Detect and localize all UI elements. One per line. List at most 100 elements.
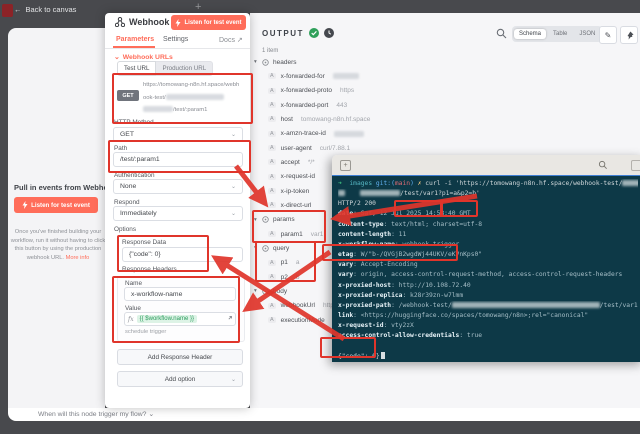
string-type-icon: A — [268, 317, 276, 323]
http-method-label: HTTP Method — [114, 119, 154, 126]
schema-value: 443 — [336, 102, 347, 109]
terminal-line: /test/var1?p1=a&p2=b' — [338, 189, 638, 199]
tab-settings[interactable]: Settings — [163, 36, 188, 43]
schema-row-x-forwarded-for[interactable]: Ax-forwarded-for — [250, 69, 638, 83]
schema-key: params — [273, 216, 295, 223]
chevron-down-icon[interactable]: ▾ — [254, 217, 262, 223]
path-input[interactable]: /test/:param1 — [113, 152, 243, 167]
back-to-canvas-button[interactable]: ← Back to canvas — [14, 5, 76, 14]
schema-key: p1 — [281, 259, 288, 266]
schema-value: b — [296, 274, 300, 281]
webhook-urls-section-toggle[interactable]: ⌄ Webhook URLs — [114, 53, 173, 61]
string-type-icon: A — [268, 303, 276, 309]
terminal-line: etag: W/"b-/QVGjB2wgdWj44UKV/eKVnKps0" — [338, 250, 638, 260]
object-icon — [262, 288, 269, 295]
schema-row-headers[interactable]: ▾headers — [250, 55, 638, 69]
add-option-select[interactable]: Add option ⌄ — [117, 371, 243, 387]
schema-row-user-agent[interactable]: Auser-agentcurl/7.88.1 — [250, 141, 638, 155]
terminal-line: vary: origin, access-control-request-met… — [338, 270, 638, 280]
redacted-blur — [166, 94, 224, 100]
terminal-body[interactable]: ➜ images git:(main) ✗ curl -i 'https://t… — [332, 176, 640, 362]
redacted-blur — [338, 190, 345, 196]
new-tab-icon[interactable]: + — [340, 160, 351, 171]
terminal-line: x-proxied-replica: k28r39zn-w7lmm — [338, 291, 638, 301]
string-type-icon: A — [268, 231, 276, 237]
object-icon — [262, 59, 269, 66]
more-info-link[interactable]: More info — [66, 255, 90, 261]
chevron-down-icon: ⌄ — [231, 183, 236, 190]
edit-output-button[interactable]: ✎ — [599, 26, 617, 44]
schema-key: query — [273, 245, 289, 252]
listen-for-test-event-button[interactable]: Listen for test event — [14, 197, 98, 213]
schema-row-host[interactable]: Ahosttomowang-n8n.hf.space — [250, 112, 638, 126]
header-value-label: Value — [125, 305, 141, 312]
expand-expression-icon[interactable] — [226, 316, 232, 322]
chevron-down-icon[interactable]: ▾ — [254, 59, 262, 65]
webhook-url[interactable]: https://tomowang-n8n.hf.space/webh ook-t… — [143, 79, 245, 117]
http-method-select[interactable]: GET⌄ — [113, 127, 243, 142]
authentication-select[interactable]: None⌄ — [113, 179, 243, 194]
test-url-button[interactable]: Test URL — [117, 61, 156, 76]
chevron-down-icon: ⌄ — [231, 376, 236, 383]
pin-data-button[interactable] — [620, 26, 638, 44]
schema-key: x-forwarded-for — [281, 73, 325, 80]
terminal-window[interactable]: + ➜ images git:(main) ✗ curl -i 'https:/… — [332, 155, 640, 362]
schema-key: x-request-id — [281, 173, 315, 180]
chevron-down-icon: ⌄ — [231, 131, 236, 138]
header-value-expression-input[interactable]: fx {{ $workflow.name }} — [124, 312, 236, 326]
terminal-line: x-proxied-host: http://10.108.72.40 — [338, 281, 638, 291]
schema-key: webhookUrl — [281, 302, 315, 309]
listen-for-test-event-button-top[interactable]: Listen for test event — [171, 15, 246, 30]
string-type-icon: A — [268, 88, 276, 94]
terminal-line: x-request-id: vty2zX — [338, 321, 638, 331]
add-response-header-button[interactable]: Add Response Header — [117, 349, 243, 365]
terminal-layout-icon[interactable] — [631, 160, 640, 171]
execution-time-icon — [324, 28, 334, 38]
terminal-line: x-proxied-path: /webhook-test//test/var1… — [338, 301, 638, 311]
header-name-input[interactable]: x-workflow-name — [124, 287, 236, 301]
node-header: Webhook — [115, 17, 169, 27]
terminal-line: vary: Accept-Encoding — [338, 260, 638, 270]
chevron-down-icon: ⌄ — [231, 210, 236, 217]
add-node-icon[interactable]: + — [195, 1, 201, 13]
response-data-input[interactable]: {"code": 0} — [122, 247, 243, 262]
terminal-search-icon[interactable] — [598, 160, 608, 170]
string-type-icon: A — [268, 102, 276, 108]
docs-link[interactable]: Docs ↗ — [219, 36, 243, 44]
schema-value: */* — [308, 159, 315, 166]
http-method-badge: GET — [117, 90, 139, 101]
input-panel-title: Pull in events from Webhook — [14, 183, 105, 192]
chevron-down-icon[interactable]: ▾ — [254, 245, 262, 251]
schema-row-x-forwarded-proto[interactable]: Ax-forwarded-protohttps — [250, 84, 638, 98]
terminal-titlebar[interactable]: + — [332, 155, 640, 176]
schema-row-x-forwarded-port[interactable]: Ax-forwarded-port443 — [250, 98, 638, 112]
back-arrow-icon: ← — [14, 5, 22, 14]
search-icon[interactable] — [496, 28, 507, 39]
terminal-line: date: Sat, 12 Jul 2025 14:58:40 GMT — [338, 209, 638, 219]
success-check-icon — [309, 28, 319, 38]
schema-key: body — [273, 288, 287, 295]
url-type-toggle: Test URL Production URL — [117, 61, 213, 76]
pencil-icon: ✎ — [605, 31, 612, 40]
expression-preview: schedule trigger — [125, 329, 166, 335]
chevron-down-icon[interactable]: ▾ — [254, 288, 262, 294]
view-schema[interactable]: Schema — [514, 29, 546, 39]
view-table[interactable]: Table — [548, 29, 572, 39]
string-type-icon: A — [268, 260, 276, 266]
terminal-line: access-control-allow-credentials: true — [338, 331, 638, 341]
redacted-blur — [360, 190, 400, 196]
respond-select[interactable]: Immediately⌄ — [113, 206, 243, 221]
string-type-icon: A — [268, 159, 276, 165]
redacted-blur — [622, 180, 638, 186]
schema-row-x-amzn-trace-id[interactable]: Ax-amzn-trace-id — [250, 127, 638, 141]
production-url-button[interactable]: Production URL — [156, 61, 213, 76]
view-json[interactable]: JSON — [574, 29, 600, 39]
terminal-line: content-length: 11 — [338, 230, 638, 240]
tab-parameters[interactable]: Parameters — [116, 36, 154, 43]
trigger-question[interactable]: When will this node trigger my flow? ⌄ — [38, 410, 154, 418]
schema-value: curl/7.88.1 — [320, 145, 350, 152]
response-data-label: Response Data — [122, 239, 166, 246]
items-count: 1 item — [262, 48, 278, 54]
respond-label: Respond — [114, 199, 140, 206]
object-icon — [262, 245, 269, 252]
